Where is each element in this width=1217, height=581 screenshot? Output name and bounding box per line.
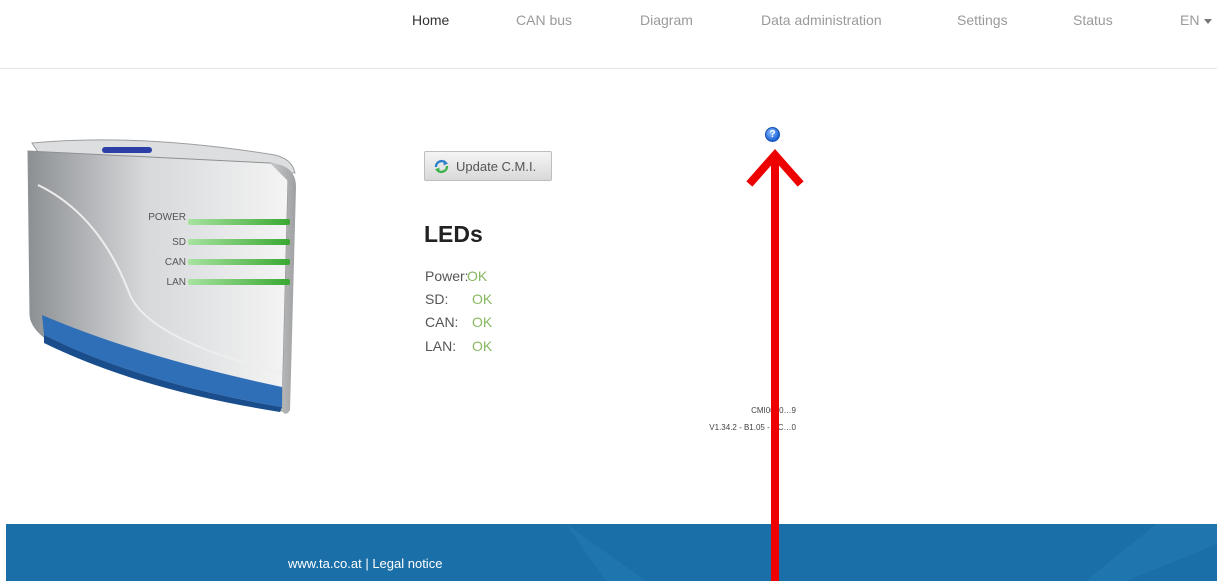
led-status-row: SD: OK (425, 291, 492, 307)
footer-site-link[interactable]: www.ta.co.at (288, 556, 362, 571)
footer-separator: | (361, 556, 373, 571)
nav-item-settings[interactable]: Settings (957, 12, 1008, 28)
cmi-device-image: POWER SD CAN LAN (27, 139, 296, 414)
led-status-label: LAN: (425, 338, 457, 354)
help-icon[interactable]: ? (765, 127, 780, 142)
led-lan-bar (188, 279, 290, 285)
led-status-row: Power:OK (425, 268, 487, 284)
language-label: EN (1180, 12, 1200, 28)
annotation-arrow (746, 148, 804, 581)
led-status-row: CAN: OK (425, 314, 492, 330)
led-power-bar (188, 219, 290, 225)
led-status-label: SD: (425, 291, 449, 307)
footer: www.ta.co.at | Legal notice (6, 524, 1217, 581)
device-led-label-lan: LAN (167, 277, 186, 288)
led-status-label: CAN: (425, 314, 459, 330)
device-led-label-sd: SD (172, 237, 186, 248)
nav-item-home[interactable]: Home (412, 12, 449, 28)
chevron-down-icon (1204, 18, 1213, 24)
footer-legal-link[interactable]: Legal notice (372, 556, 442, 571)
nav-item-data-administration[interactable]: Data administration (761, 12, 882, 28)
leds-heading: LEDs (424, 221, 483, 247)
led-sd-bar (188, 239, 290, 245)
language-selector[interactable]: EN (1180, 12, 1213, 28)
led-status-value: OK (472, 314, 493, 330)
led-status-label: Power: (425, 268, 469, 284)
led-status-value: OK (472, 338, 493, 354)
nav-item-diagram[interactable]: Diagram (640, 12, 693, 28)
top-navigation: Home CAN bus Diagram Data administration… (0, 0, 1217, 69)
led-status-value: OK (472, 291, 493, 307)
device-led-label-can: CAN (165, 257, 186, 268)
refresh-icon (434, 159, 449, 173)
update-cmi-button[interactable]: Update C.M.I. (424, 151, 552, 181)
led-status-row: LAN: OK (425, 338, 492, 354)
update-button-label: Update C.M.I. (456, 158, 537, 174)
footer-decoration (566, 524, 1217, 581)
led-can-bar (188, 259, 290, 265)
nav-item-can-bus[interactable]: CAN bus (516, 12, 572, 28)
nav-item-status[interactable]: Status (1073, 12, 1113, 28)
device-led-label-power: POWER (148, 212, 186, 223)
led-status-value: OK (467, 268, 488, 284)
